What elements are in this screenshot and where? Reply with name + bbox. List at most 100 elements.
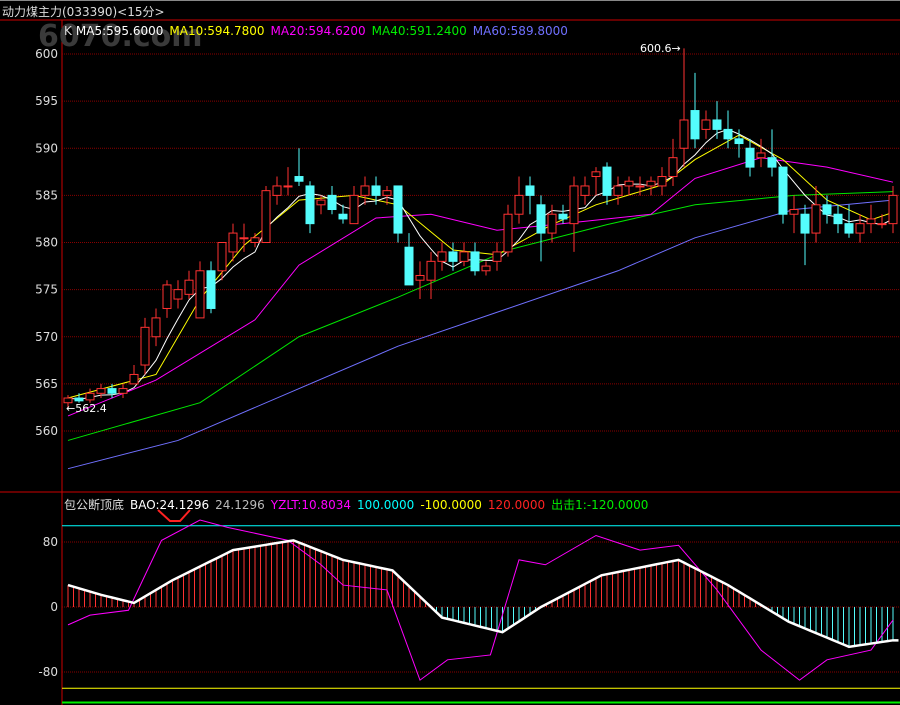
kline-chart[interactable]: 560565570575580585590595600800-806070.co… <box>0 0 900 705</box>
legend-k: K <box>64 24 72 38</box>
candle-up <box>437 251 447 262</box>
candle-down <box>690 110 700 140</box>
candle-up <box>195 270 205 319</box>
candle-up <box>217 242 227 272</box>
legend-ma5: MA5:595.6000 <box>75 24 164 38</box>
candle-down <box>745 147 755 168</box>
candle-up <box>877 223 887 226</box>
candle-up <box>756 152 766 159</box>
candle-up <box>613 185 623 196</box>
candle-down <box>723 128 733 140</box>
indicator-legend: 包公断顶底 BAO:24.1296 24.1296 YZLT:10.8034 100.0… <box>64 496 654 513</box>
candle-up <box>789 209 799 215</box>
legend-ma60: MA60:589.8000 <box>472 24 568 38</box>
candle-down <box>767 157 777 168</box>
indicator-name: 包公断顶底 <box>64 498 125 512</box>
candle-up <box>129 373 139 385</box>
candle-up <box>316 199 326 206</box>
candle-down <box>844 223 854 234</box>
candle-up <box>459 251 469 262</box>
candle-up <box>492 251 502 262</box>
candle-up <box>855 223 865 234</box>
candle-down <box>448 251 458 262</box>
candle-up <box>569 185 579 225</box>
candle-up <box>283 185 293 188</box>
legend-yzlt: YZLT:10.8034 <box>270 498 352 512</box>
candle-up <box>261 190 271 244</box>
ma60-line <box>67 199 894 470</box>
candle-up <box>250 237 260 244</box>
y-tick-label: 590 <box>35 141 58 155</box>
candle-down <box>404 246 414 286</box>
candle-down <box>338 213 348 220</box>
candle-up <box>96 388 106 394</box>
candle-up <box>228 232 238 253</box>
y-tick-label: 0 <box>50 600 58 614</box>
candle-up <box>151 317 161 338</box>
candle-up <box>635 185 645 188</box>
y-tick-label: 580 <box>35 236 58 250</box>
candle-down <box>470 251 480 272</box>
candle-up <box>140 326 150 366</box>
low-annotation: ←562.4 <box>66 402 107 415</box>
legend-ma40: MA40:591.2400 <box>371 24 467 38</box>
ma40-line <box>67 191 894 441</box>
candle-up <box>272 185 282 196</box>
candle-down <box>822 204 832 215</box>
y-tick-label: 565 <box>35 377 58 391</box>
y-tick-label: -80 <box>38 665 58 679</box>
candle-down <box>327 194 337 211</box>
bao-line <box>67 539 899 649</box>
y-tick-label: 80 <box>43 535 58 549</box>
candle-up <box>514 194 524 215</box>
candle-up <box>349 194 359 225</box>
legend-100: 100.0000 <box>357 498 415 512</box>
candle-up <box>646 180 656 187</box>
candle-down <box>525 185 535 196</box>
candle-down <box>602 166 612 196</box>
candle-down <box>305 185 315 225</box>
y-tick-label: 560 <box>35 424 58 438</box>
ma-legend: K MA5:595.6000 MA10:594.7800 MA20:594.6200 M… <box>64 24 574 38</box>
candle-up <box>184 279 194 295</box>
candle-up <box>239 237 249 240</box>
candle-down <box>393 185 403 234</box>
candle-down <box>734 138 744 145</box>
candle-up <box>701 119 711 130</box>
y-tick-label: 595 <box>35 94 58 108</box>
candle-up <box>624 180 634 187</box>
candle-down <box>558 213 568 220</box>
y-tick-label: 570 <box>35 330 58 344</box>
candle-up <box>547 213 557 234</box>
candle-down <box>800 213 810 234</box>
candle-down <box>833 213 843 225</box>
candle-up <box>591 171 601 178</box>
y-tick-label: 575 <box>35 283 58 297</box>
legend-out: 出击1:-120.0000 <box>551 498 649 512</box>
candle-up <box>580 185 590 196</box>
legend-bao2: 24.1296 <box>215 498 265 512</box>
legend-120: 120.0000 <box>487 498 546 512</box>
candle-down <box>712 119 722 130</box>
candle-up <box>503 213 513 253</box>
ma5-line <box>67 128 894 400</box>
candle-down <box>74 397 84 402</box>
candle-down <box>778 166 788 215</box>
candle-up <box>118 388 128 394</box>
legend-bao: BAO:24.1296 <box>130 498 210 512</box>
candle-up <box>415 274 425 281</box>
legend-ma20: MA20:594.6200 <box>270 24 366 38</box>
candle-down <box>371 185 381 196</box>
legend-minus100: -100.0000 <box>420 498 482 512</box>
candle-up <box>679 119 689 149</box>
candle-up <box>162 284 172 309</box>
candle-down <box>294 176 304 182</box>
candle-up <box>657 176 667 187</box>
candle-up <box>888 194 898 225</box>
high-annotation: 600.6→ <box>640 42 681 55</box>
candle-up <box>426 260 436 281</box>
candle-up <box>668 157 678 178</box>
legend-ma10: MA10:594.7800 <box>169 24 265 38</box>
candle-down <box>107 388 117 394</box>
candle-down <box>536 204 546 234</box>
